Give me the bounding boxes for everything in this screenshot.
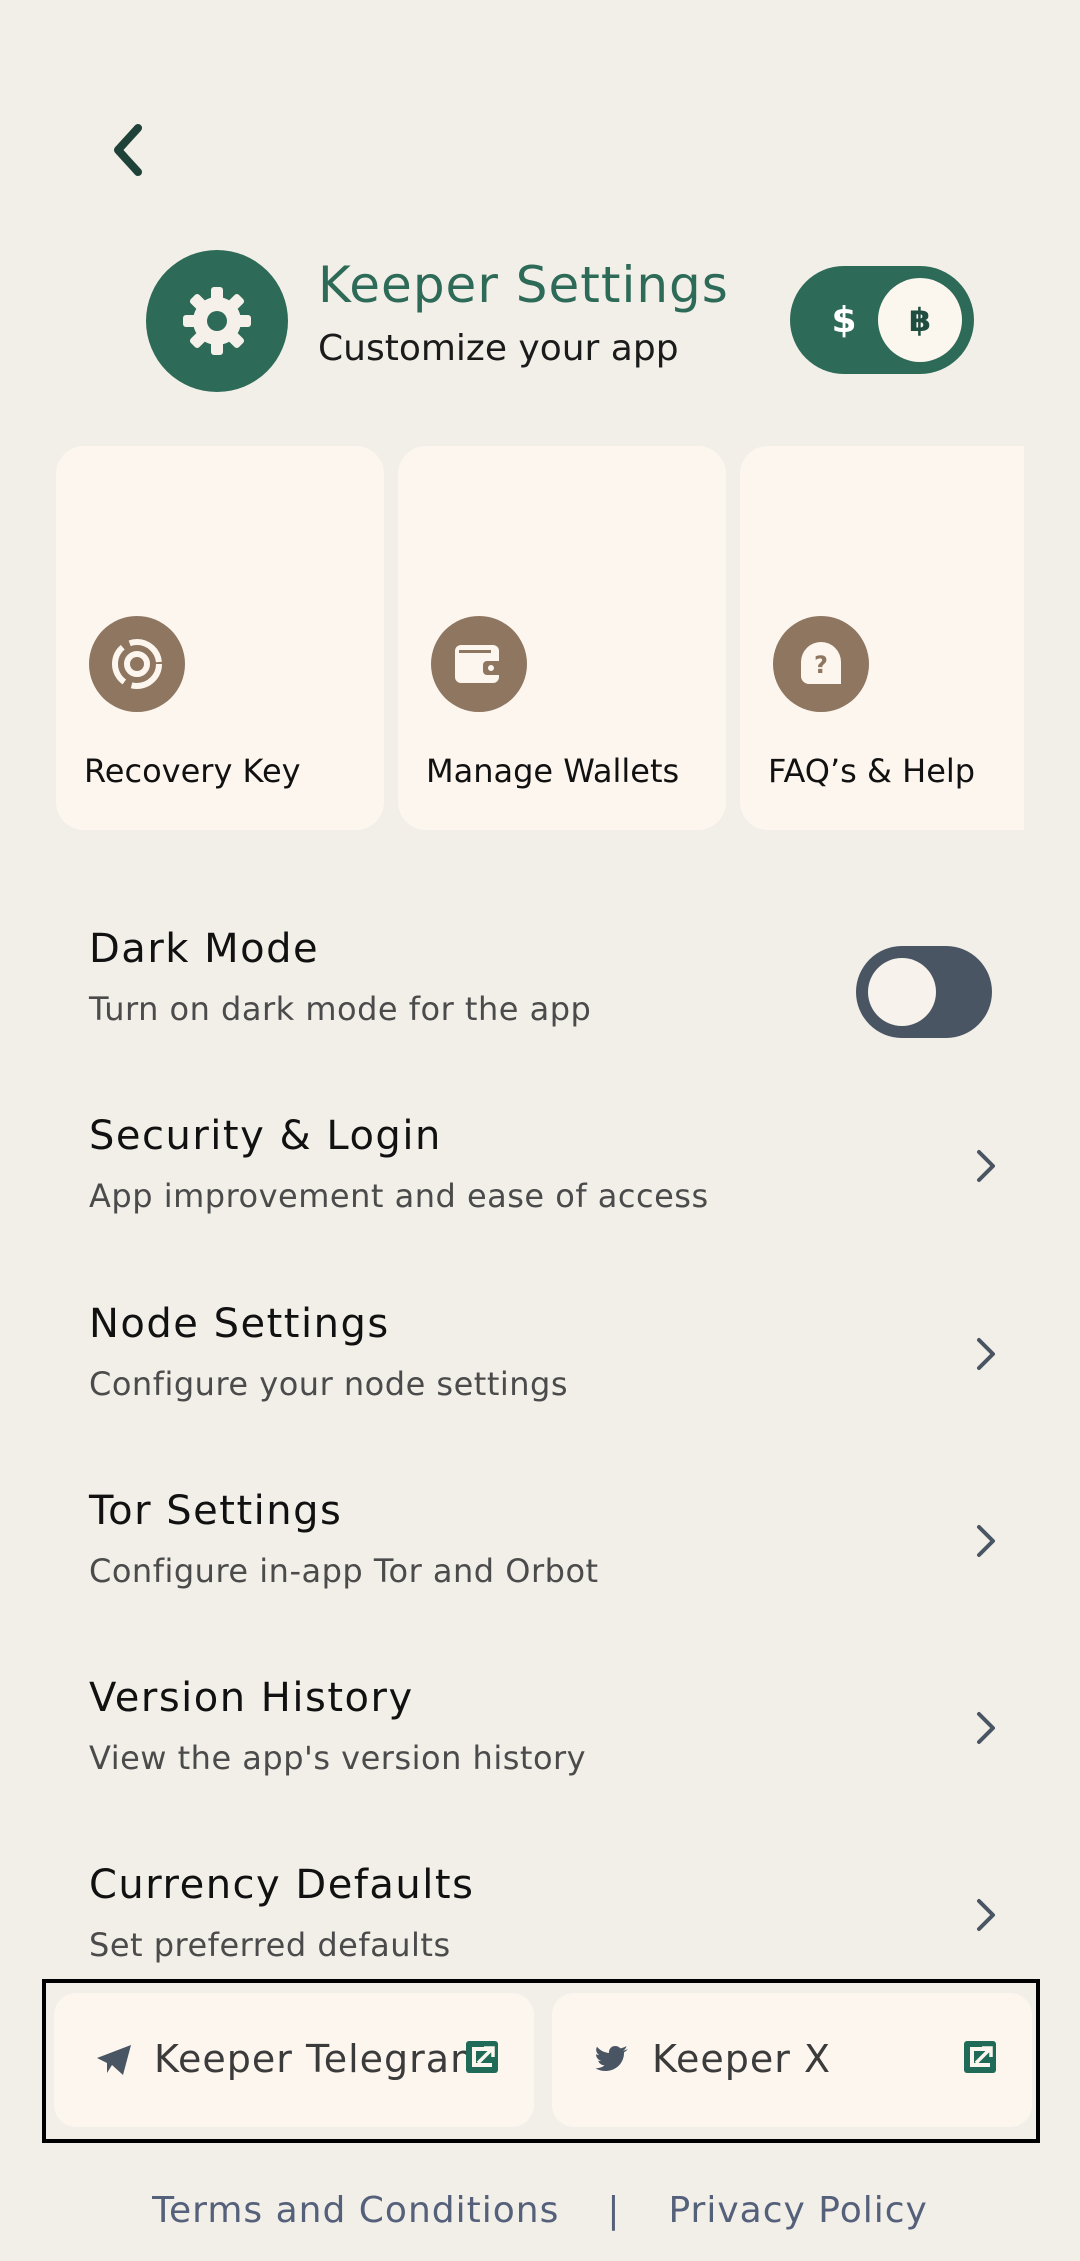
- toggle-knob: [868, 958, 936, 1026]
- setting-title: Dark Mode: [89, 926, 320, 972]
- setting-dark-mode: Dark Mode Turn on dark mode for the app: [0, 896, 1080, 1066]
- chevron-right-icon: [966, 1516, 1006, 1566]
- setting-title: Tor Settings: [89, 1488, 343, 1534]
- setting-title: Currency Defaults: [89, 1862, 475, 1908]
- help-icon: ?: [773, 616, 869, 712]
- page-subtitle: Customize your app: [318, 328, 679, 369]
- chevron-right-icon: [966, 1703, 1006, 1753]
- setting-title: Version History: [89, 1675, 414, 1721]
- keeper-telegram-link[interactable]: Keeper Telegram: [54, 1993, 534, 2127]
- back-button[interactable]: [96, 118, 160, 182]
- currency-toggle[interactable]: $ ฿: [790, 266, 974, 374]
- settings-header: Keeper Settings Customize your app $ ฿: [146, 248, 976, 392]
- card-recovery-key[interactable]: Recovery Key: [56, 446, 384, 830]
- card-faq-help[interactable]: ? FAQ’s & Help: [740, 446, 1024, 830]
- gear-icon: [146, 250, 288, 392]
- twitter-icon: [592, 2040, 632, 2080]
- setting-security-login[interactable]: Security & Login App improvement and eas…: [0, 1083, 1080, 1253]
- external-link-icon: [464, 2039, 504, 2079]
- footer-links: Terms and Conditions | Privacy Policy: [0, 2180, 1080, 2240]
- social-links: Keeper Telegram Keeper X: [42, 1979, 1040, 2143]
- chevron-right-icon: [966, 1329, 1006, 1379]
- recovery-key-icon: [89, 616, 185, 712]
- wallet-icon: [431, 616, 527, 712]
- chevron-right-icon: [966, 1890, 1006, 1940]
- card-label: Recovery Key: [84, 752, 301, 790]
- telegram-icon: [94, 2040, 134, 2080]
- external-link-icon: [962, 2039, 1002, 2079]
- card-label: Manage Wallets: [426, 752, 680, 790]
- setting-subtitle: Set preferred defaults: [89, 1926, 451, 1964]
- dollar-icon: $: [831, 299, 857, 341]
- setting-subtitle: App improvement and ease of access: [89, 1177, 709, 1215]
- link-label: Keeper Telegram: [154, 2037, 489, 2081]
- setting-title: Security & Login: [89, 1113, 442, 1159]
- chevron-left-icon: [114, 124, 142, 176]
- setting-subtitle: Configure your node settings: [89, 1365, 569, 1403]
- chevron-right-icon: [966, 1141, 1006, 1191]
- card-manage-wallets[interactable]: Manage Wallets: [398, 446, 726, 830]
- setting-subtitle: Configure in-app Tor and Orbot: [89, 1552, 599, 1590]
- bitcoin-icon: ฿: [878, 278, 962, 362]
- footer-separator: |: [607, 2189, 621, 2231]
- quick-actions-carousel[interactable]: Recovery Key Manage Wallets ? FAQ’s & He…: [56, 446, 1024, 832]
- terms-link[interactable]: Terms and Conditions: [152, 2190, 559, 2231]
- setting-subtitle: View the app's version history: [89, 1739, 587, 1777]
- setting-node-settings[interactable]: Node Settings Configure your node settin…: [0, 1271, 1080, 1441]
- setting-version-history[interactable]: Version History View the app's version h…: [0, 1645, 1080, 1815]
- svg-text:?: ?: [814, 651, 828, 679]
- setting-tor-settings[interactable]: Tor Settings Configure in-app Tor and Or…: [0, 1458, 1080, 1628]
- card-label: FAQ’s & Help: [768, 752, 976, 790]
- page-title: Keeper Settings: [318, 256, 729, 314]
- setting-title: Node Settings: [89, 1301, 390, 1347]
- link-label: Keeper X: [652, 2037, 832, 2081]
- dark-mode-toggle[interactable]: [856, 946, 992, 1038]
- setting-currency-defaults[interactable]: Currency Defaults Set preferred defaults: [0, 1832, 1080, 2002]
- privacy-policy-link[interactable]: Privacy Policy: [668, 2190, 927, 2231]
- setting-subtitle: Turn on dark mode for the app: [89, 990, 592, 1028]
- keeper-x-link[interactable]: Keeper X: [552, 1993, 1032, 2127]
